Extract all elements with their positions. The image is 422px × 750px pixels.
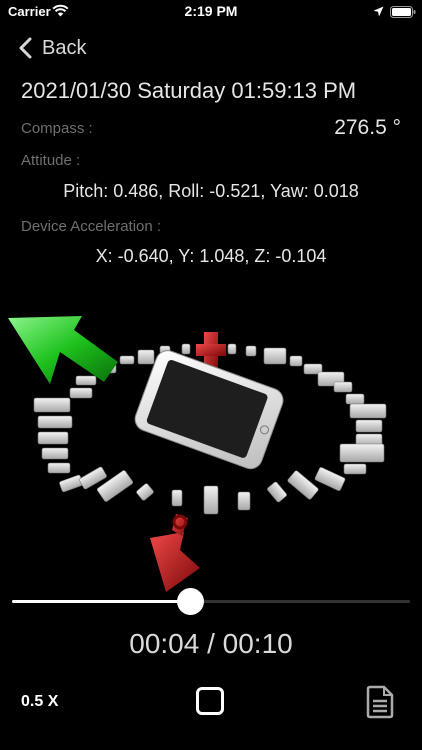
location-arrow-icon	[373, 4, 384, 22]
motion-playback-screen: Carrier 2:19 PM Back 2021/01/30 Saturday…	[0, 0, 422, 750]
green-arrow-icon	[8, 316, 118, 384]
playback-slider[interactable]	[12, 588, 410, 616]
attitude-label: Attitude :	[21, 152, 81, 169]
acceleration-label: Device Acceleration :	[21, 218, 162, 235]
red-arrow-icon	[150, 514, 200, 592]
acceleration-value: X: -0.640, Y: 1.048, Z: -0.104	[95, 246, 327, 266]
datetime-label: 2021/01/30 Saturday 01:59:13 PM	[21, 78, 357, 103]
compass-value: 276.5 °	[334, 116, 401, 139]
stop-button[interactable]	[196, 687, 226, 717]
document-button[interactable]	[366, 685, 394, 719]
timecode-label: 00:04 / 00:10	[129, 628, 293, 659]
document-icon	[366, 685, 394, 719]
slider-thumb[interactable]	[177, 588, 204, 615]
back-button[interactable]: Back	[18, 36, 86, 60]
status-bar: Carrier 2:19 PM	[0, 0, 422, 22]
speed-button[interactable]: 0.5 X	[21, 693, 58, 711]
chevron-left-icon	[19, 37, 32, 59]
orientation-3d-view	[8, 316, 387, 592]
back-label: Back	[42, 36, 87, 59]
battery-icon	[390, 5, 416, 23]
compass-label: Compass :	[21, 120, 93, 137]
slider-fill	[12, 600, 191, 603]
stop-icon	[196, 687, 224, 715]
status-time: 2:19 PM	[184, 3, 238, 19]
attitude-value: Pitch: 0.486, Roll: -0.521, Yaw: 0.018	[63, 181, 359, 201]
phone-model-icon	[134, 350, 284, 470]
